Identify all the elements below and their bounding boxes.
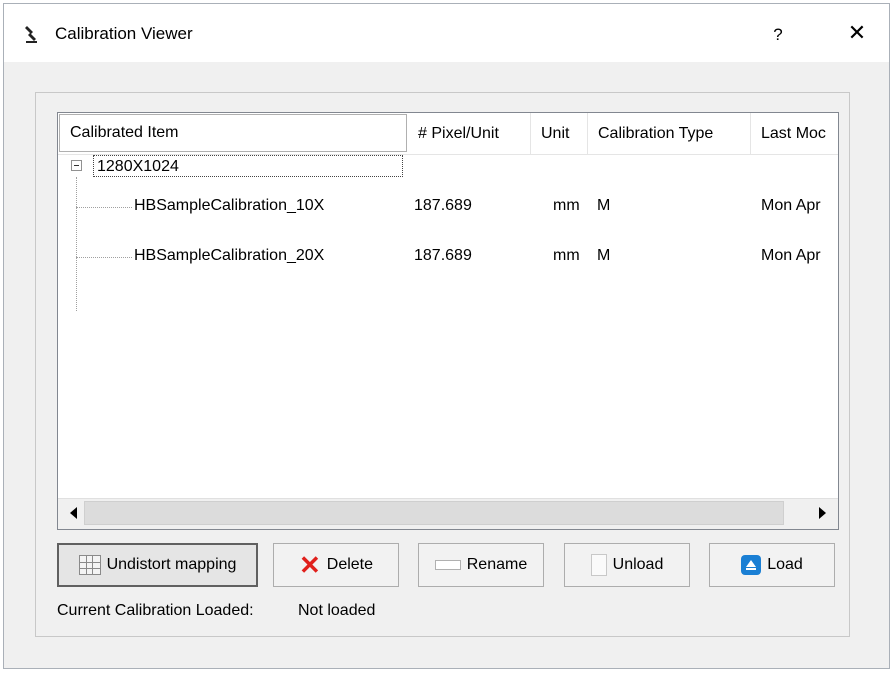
tree-connector-line xyxy=(76,257,132,258)
collapse-icon[interactable] xyxy=(71,160,82,171)
undistort-mapping-label: Undistort mapping xyxy=(106,556,237,573)
rename-button[interactable]: Rename xyxy=(418,543,544,587)
red-x-icon: ✕ xyxy=(298,550,321,580)
last-modified-value: Mon Apr xyxy=(761,247,821,264)
load-icon xyxy=(741,555,762,575)
last-modified-value: Mon Apr xyxy=(761,197,821,214)
tree-connector-line xyxy=(76,177,77,311)
pixel-per-unit-value: 187.689 xyxy=(414,197,472,214)
calibration-type-value: M xyxy=(597,247,611,264)
calibration-tree[interactable]: Calibrated Item # Pixel/Unit Unit Calibr… xyxy=(57,112,839,530)
column-header-calibrated-item[interactable]: Calibrated Item xyxy=(59,114,407,152)
scroll-right-arrow-icon[interactable] xyxy=(819,507,826,519)
column-header-last-modified[interactable]: Last Moc xyxy=(751,113,838,154)
calibration-name: HBSampleCalibration_10X xyxy=(134,197,325,214)
scroll-left-arrow-icon[interactable] xyxy=(70,507,77,519)
close-button[interactable]: ✕ xyxy=(840,18,874,48)
scrollbar-thumb[interactable] xyxy=(84,501,784,525)
grid-icon xyxy=(78,555,101,575)
rename-icon xyxy=(434,560,461,570)
unit-value: mm xyxy=(553,247,580,264)
undistort-mapping-button[interactable]: Undistort mapping xyxy=(57,543,258,587)
window-title: Calibration Viewer xyxy=(55,24,193,43)
title-bar[interactable]: Calibration Viewer ? ✕ xyxy=(4,4,889,62)
help-button[interactable]: ? xyxy=(761,20,795,50)
pixel-per-unit-value: 187.689 xyxy=(414,247,472,264)
status-value: Not loaded xyxy=(298,602,376,619)
calibration-name: HBSampleCalibration_20X xyxy=(134,247,325,264)
rename-label: Rename xyxy=(466,556,528,573)
tree-connector-line xyxy=(76,207,132,208)
unload-button[interactable]: Unload xyxy=(564,543,690,587)
group-label[interactable]: 1280X1024 xyxy=(93,155,403,177)
tree-header: Calibrated Item # Pixel/Unit Unit Calibr… xyxy=(58,113,838,155)
delete-label: Delete xyxy=(326,556,374,573)
delete-button[interactable]: ✕ Delete xyxy=(273,543,399,587)
calibration-type-value: M xyxy=(597,197,611,214)
status-label: Current Calibration Loaded: xyxy=(57,602,254,619)
load-button[interactable]: Load xyxy=(709,543,835,587)
column-header-pixel-per-unit[interactable]: # Pixel/Unit xyxy=(408,113,531,154)
horizontal-scrollbar[interactable] xyxy=(58,498,838,529)
unit-value: mm xyxy=(553,197,580,214)
load-label: Load xyxy=(767,556,803,573)
unload-label: Unload xyxy=(612,556,664,573)
column-header-unit[interactable]: Unit xyxy=(531,113,588,154)
column-header-calibration-type[interactable]: Calibration Type xyxy=(588,113,751,154)
document-icon xyxy=(590,554,607,576)
microscope-icon xyxy=(25,26,37,43)
